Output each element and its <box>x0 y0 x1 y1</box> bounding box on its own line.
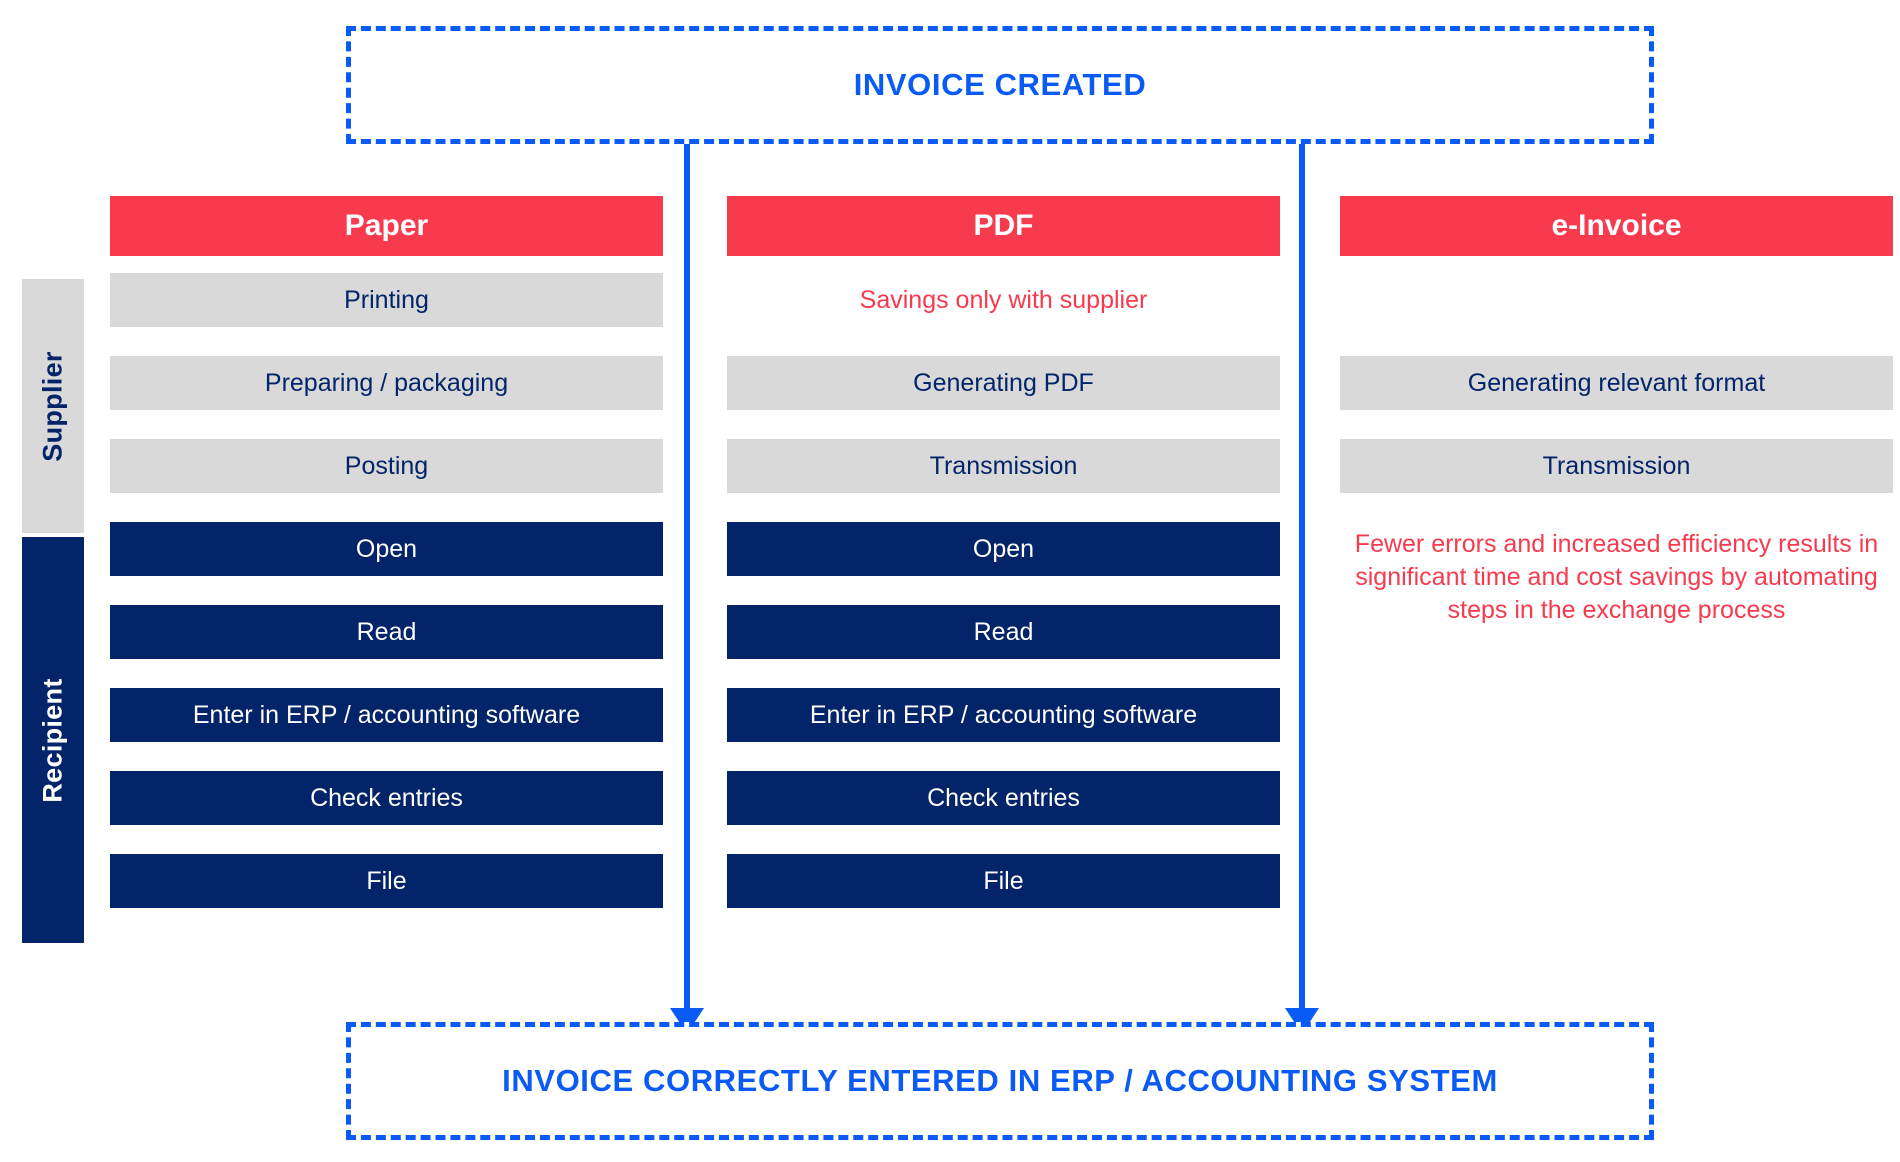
lane-label-recipient-text: Recipient <box>37 677 68 803</box>
connector-line-right <box>1299 144 1305 1010</box>
column-paper: Paper Printing Preparing / packaging Pos… <box>110 196 663 937</box>
step-row: Read <box>110 605 663 659</box>
lane-label-recipient: Recipient <box>22 537 84 943</box>
step-row: Generating PDF <box>727 356 1280 410</box>
step-row-empty <box>1340 273 1893 327</box>
note-savings-only-with-supplier: Savings only with supplier <box>859 285 1148 314</box>
column-einvoice-steps: Generating relevant format Transmission … <box>1340 273 1893 627</box>
lane-label-supplier: Supplier <box>22 279 84 533</box>
terminal-invoice-entered-label: INVOICE CORRECTLY ENTERED IN ERP / ACCOU… <box>502 1063 1498 1098</box>
step-row: File <box>110 854 663 908</box>
column-pdf-steps: Savings only with supplier Generating PD… <box>727 273 1280 908</box>
step-row: Check entries <box>727 771 1280 825</box>
step-row: Posting <box>110 439 663 493</box>
connector-line-left <box>684 144 690 1010</box>
note-einvoice-benefits-text: Fewer errors and increased efficiency re… <box>1354 530 1879 624</box>
terminal-invoice-entered: INVOICE CORRECTLY ENTERED IN ERP / ACCOU… <box>346 1022 1654 1140</box>
lane-label-supplier-text: Supplier <box>37 350 68 462</box>
step-row: Transmission <box>727 439 1280 493</box>
step-row: Open <box>110 522 663 576</box>
column-header-pdf: PDF <box>727 196 1280 256</box>
column-header-einvoice: e-Invoice <box>1340 196 1893 256</box>
step-row: Enter in ERP / accounting software <box>110 688 663 742</box>
diagram-canvas: INVOICE CREATED Supplier Recipient Paper… <box>0 0 1900 1162</box>
column-header-paper: Paper <box>110 196 663 256</box>
step-row: Transmission <box>1340 439 1893 493</box>
step-row: Open <box>727 522 1280 576</box>
step-row: Printing <box>110 273 663 327</box>
terminal-invoice-created-label: INVOICE CREATED <box>853 67 1147 102</box>
step-row: File <box>727 854 1280 908</box>
column-einvoice: e-Invoice Generating relevant format Tra… <box>1340 196 1893 656</box>
terminal-invoice-created: INVOICE CREATED <box>346 26 1654 144</box>
step-row: Generating relevant format <box>1340 356 1893 410</box>
column-paper-steps: Printing Preparing / packaging Posting O… <box>110 273 663 908</box>
step-row: Enter in ERP / accounting software <box>727 688 1280 742</box>
step-row: Check entries <box>110 771 663 825</box>
column-pdf: PDF Savings only with supplier Generatin… <box>727 196 1280 937</box>
step-row: Read <box>727 605 1280 659</box>
step-row: Preparing / packaging <box>110 356 663 410</box>
note-einvoice-benefits: Fewer errors and increased efficiency re… <box>1340 522 1893 627</box>
